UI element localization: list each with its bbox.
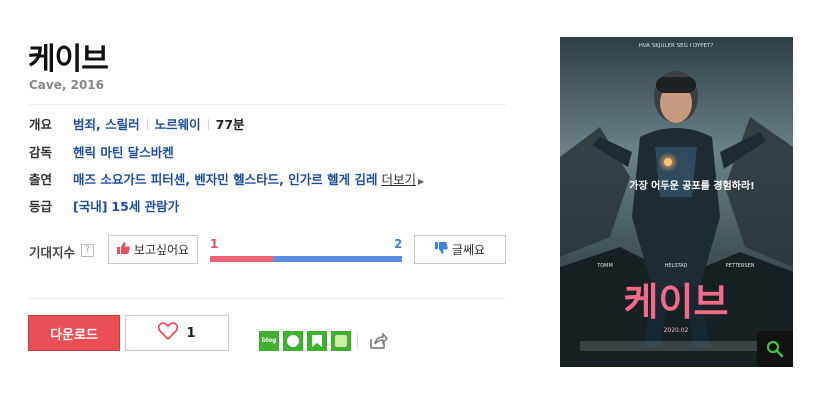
want-to-see-label: 보고싶어요 (133, 243, 190, 257)
expectation-bar (210, 256, 402, 262)
overview-row: 개요 범죄, 스릴러 노르웨이 77분 (29, 115, 245, 135)
blog-icon[interactable]: blog (259, 331, 279, 351)
poster-credit-right: PETTERSEN (726, 263, 755, 269)
thumbs-up-icon (116, 242, 130, 257)
poster-tagline: 가장 어두운 공포를 경험하라! (629, 179, 754, 192)
meh-count: 2 (394, 237, 403, 251)
chevron-right-icon: ▶ (417, 177, 425, 186)
search-icon[interactable] (757, 331, 793, 367)
overview-label: 개요 (29, 117, 53, 132)
poster-credit-left: TOMM (596, 263, 613, 269)
not-sure-label: 글쎄요 (451, 243, 486, 257)
runtime: 77분 (215, 117, 245, 132)
cast-links[interactable]: 매즈 소요가드 피터센, 벤자민 헬스타드, 인가르 헬게 김레 (73, 172, 377, 187)
poster-release: 2020.02 (664, 327, 689, 334)
download-button[interactable]: 다운로드 (28, 315, 120, 351)
separator (207, 119, 209, 130)
bookmark-icon[interactable] (307, 331, 327, 351)
want-to-see-button[interactable]: 보고싶어요 (108, 235, 198, 264)
expectation-label: 기대지수 (29, 245, 76, 260)
band-icon[interactable] (331, 331, 351, 351)
want-bar-fill (210, 256, 274, 262)
share-icon[interactable] (368, 331, 388, 351)
poster-title: 케이브 (624, 280, 729, 324)
movie-poster[interactable]: HVA SKJULER SEG I DYPET? 가장 어두운 공포를 경험하라… (560, 37, 793, 367)
cast-label: 출연 (29, 172, 53, 187)
country-link[interactable]: 노르웨이 (155, 117, 201, 132)
separator (146, 119, 148, 130)
more-cast-link[interactable]: 더보기 (381, 172, 416, 187)
want-count: 1 (210, 237, 219, 251)
page-title: 케이브 (28, 42, 109, 77)
help-icon[interactable]: ? (81, 244, 94, 257)
not-sure-button[interactable]: 글쎄요 (414, 235, 506, 264)
like-button[interactable]: 1 (125, 315, 229, 351)
divider (29, 298, 506, 299)
rating-prefix: [국내] (73, 199, 108, 214)
talk-icon[interactable] (283, 331, 303, 351)
like-count: 1 (186, 325, 196, 341)
rating-value[interactable]: 15세 관람가 (111, 199, 179, 214)
divider (29, 104, 506, 105)
band-icon-inner (335, 335, 347, 347)
genre-link[interactable]: 범죄, 스릴러 (73, 117, 140, 132)
poster-tagline-top: HVA SKJULER SEG I DYPET? (639, 43, 714, 49)
divider (357, 333, 358, 349)
director-row: 감독 헨릭 마틴 달스바켄 (29, 143, 174, 163)
thumbs-down-icon (434, 242, 448, 257)
director-label: 감독 (29, 145, 53, 160)
cast-row: 출연 매즈 소요가드 피터센, 벤자민 헬스타드, 인가르 헬게 김레 더보기 ▶ (29, 170, 424, 190)
original-title-year: Cave, 2016 (29, 78, 104, 92)
director-link[interactable]: 헨릭 마틴 달스바켄 (73, 145, 174, 160)
rating-row: 등급 [국내] 15세 관람가 (29, 197, 179, 217)
talk-icon-inner (287, 335, 299, 347)
heart-icon (158, 322, 179, 344)
rating-label: 등급 (29, 199, 53, 214)
poster-credit-mid: HELSTAD (665, 263, 688, 269)
